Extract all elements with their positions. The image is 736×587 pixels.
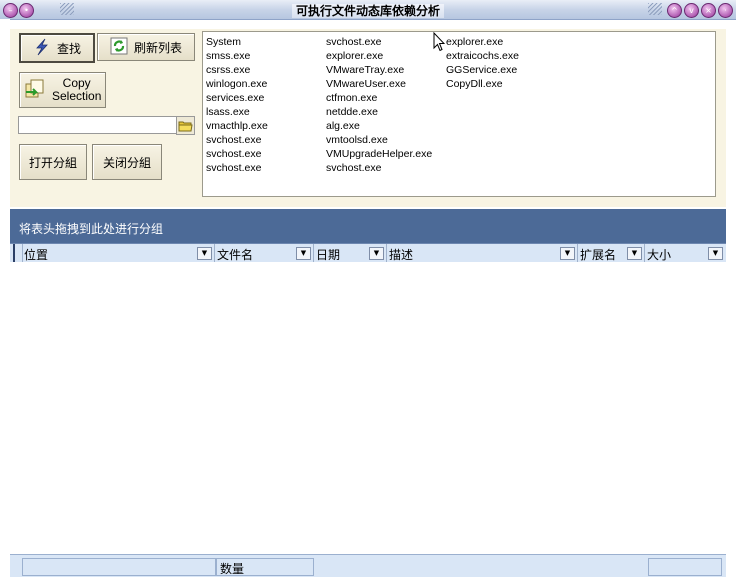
column-label: 描述 xyxy=(389,248,414,262)
list-item[interactable]: svchost.exe xyxy=(206,133,268,147)
list-item[interactable]: VMwareUser.exe xyxy=(326,77,432,91)
list-item[interactable]: vmacthlp.exe xyxy=(206,119,268,133)
list-item[interactable]: winlogon.exe xyxy=(206,77,268,91)
group-by-panel[interactable]: 将表头拖拽到此处进行分组 xyxy=(10,209,726,243)
list-item[interactable]: explorer.exe xyxy=(326,49,432,63)
footer-cell-size xyxy=(648,558,722,576)
column-header-location[interactable]: 位置 ▼ xyxy=(22,244,215,262)
column-label: 扩展名 xyxy=(580,248,617,262)
top-panel: 查找 刷新列表 Copy Selection 打开分組 关闭分組 System … xyxy=(10,29,726,207)
group-by-hint: 将表头拖拽到此处进行分组 xyxy=(19,222,164,236)
process-listbox[interactable]: System smss.exe csrss.exe winlogon.exe s… xyxy=(202,31,716,197)
chevron-down-icon[interactable]: ▼ xyxy=(296,247,311,260)
process-column-2: svchost.exe explorer.exe VMwareTray.exe … xyxy=(326,35,432,175)
list-item[interactable]: svchost.exe xyxy=(206,147,268,161)
grid-body[interactable] xyxy=(10,262,726,554)
list-item[interactable]: smss.exe xyxy=(206,49,268,63)
list-item[interactable]: svchost.exe xyxy=(326,161,432,175)
find-button-label: 查找 xyxy=(56,41,81,56)
refresh-icon xyxy=(110,37,128,58)
window-frame-bottom xyxy=(0,578,736,587)
chevron-down-icon[interactable]: ▼ xyxy=(708,247,723,260)
list-item[interactable]: VMwareTray.exe xyxy=(326,63,432,77)
chevron-down-icon[interactable]: ▼ xyxy=(369,247,384,260)
copy-label-line2: Selection xyxy=(52,89,102,103)
list-item[interactable]: svchost.exe xyxy=(206,161,268,175)
copy-selection-button[interactable]: Copy Selection xyxy=(19,72,106,108)
open-group-label: 打开分組 xyxy=(28,155,77,170)
list-item[interactable]: services.exe xyxy=(206,91,268,105)
refresh-button-label: 刷新列表 xyxy=(133,40,182,55)
lightning-icon xyxy=(33,38,51,59)
folder-icon xyxy=(177,121,194,137)
list-item[interactable]: alg.exe xyxy=(326,119,432,133)
open-group-button[interactable]: 打开分組 xyxy=(19,144,87,180)
refresh-list-button[interactable]: 刷新列表 xyxy=(97,33,195,61)
list-item[interactable]: explorer.exe xyxy=(446,35,519,49)
title-grip-right xyxy=(648,3,662,15)
close-group-button[interactable]: 关闭分組 xyxy=(92,144,162,180)
copy-icon xyxy=(24,78,46,103)
list-item[interactable]: extraicochs.exe xyxy=(446,49,519,63)
column-label: 日期 xyxy=(316,248,341,262)
grid-header: 位置 ▼ 文件名 ▼ 日期 ▼ 描述 ▼ 扩展名 ▼ 大小 ▼ xyxy=(10,243,726,263)
column-header-extension[interactable]: 扩展名 ▼ xyxy=(578,244,645,262)
list-item[interactable]: CopyDll.exe xyxy=(446,77,519,91)
footer-cell-count: 数量 xyxy=(216,558,314,576)
browse-folder-button[interactable] xyxy=(176,116,195,135)
list-item[interactable]: csrss.exe xyxy=(206,63,268,77)
file-path-input[interactable] xyxy=(18,116,177,134)
find-button[interactable]: 查找 xyxy=(19,33,95,63)
list-item[interactable]: netdde.exe xyxy=(326,105,432,119)
column-label: 文件名 xyxy=(217,248,254,262)
column-label: 大小 xyxy=(647,248,672,262)
restore-icon[interactable]: ^ xyxy=(667,3,682,18)
column-label: 位置 xyxy=(24,248,49,262)
list-item[interactable]: ctfmon.exe xyxy=(326,91,432,105)
list-item[interactable]: VMUpgradeHelper.exe xyxy=(326,147,432,161)
close-group-label: 关闭分組 xyxy=(102,155,151,170)
title-bar: – • 可执行文件动态库依赖分析 ^ v × · xyxy=(0,0,736,20)
footer-cell-location xyxy=(22,558,216,576)
window-frame-left xyxy=(0,19,10,587)
chevron-down-icon[interactable]: ▼ xyxy=(560,247,575,260)
mouse-cursor-icon xyxy=(433,31,446,55)
process-column-3: explorer.exe extraicochs.exe GGService.e… xyxy=(446,35,519,91)
grid-footer: 数量 xyxy=(10,554,726,577)
column-header-filename[interactable]: 文件名 ▼ xyxy=(215,244,314,262)
list-item[interactable]: GGService.exe xyxy=(446,63,519,77)
process-column-1: System smss.exe csrss.exe winlogon.exe s… xyxy=(206,35,268,175)
chevron-down-icon[interactable]: ▼ xyxy=(197,247,212,260)
column-header-size[interactable]: 大小 ▼ xyxy=(645,244,725,262)
help-icon[interactable]: · xyxy=(718,3,733,18)
window-title: 可执行文件动态库依赖分析 xyxy=(0,2,736,19)
column-header-description[interactable]: 描述 ▼ xyxy=(387,244,578,262)
close-icon[interactable]: × xyxy=(701,3,716,18)
list-item[interactable]: lsass.exe xyxy=(206,105,268,119)
column-header-date[interactable]: 日期 ▼ xyxy=(314,244,387,262)
list-item[interactable]: svchost.exe xyxy=(326,35,432,49)
minimize-icon[interactable]: v xyxy=(684,3,699,18)
list-item[interactable]: vmtoolsd.exe xyxy=(326,133,432,147)
footer-count-label: 数量 xyxy=(220,562,245,576)
list-item[interactable]: System xyxy=(206,35,268,49)
chevron-down-icon[interactable]: ▼ xyxy=(627,247,642,260)
